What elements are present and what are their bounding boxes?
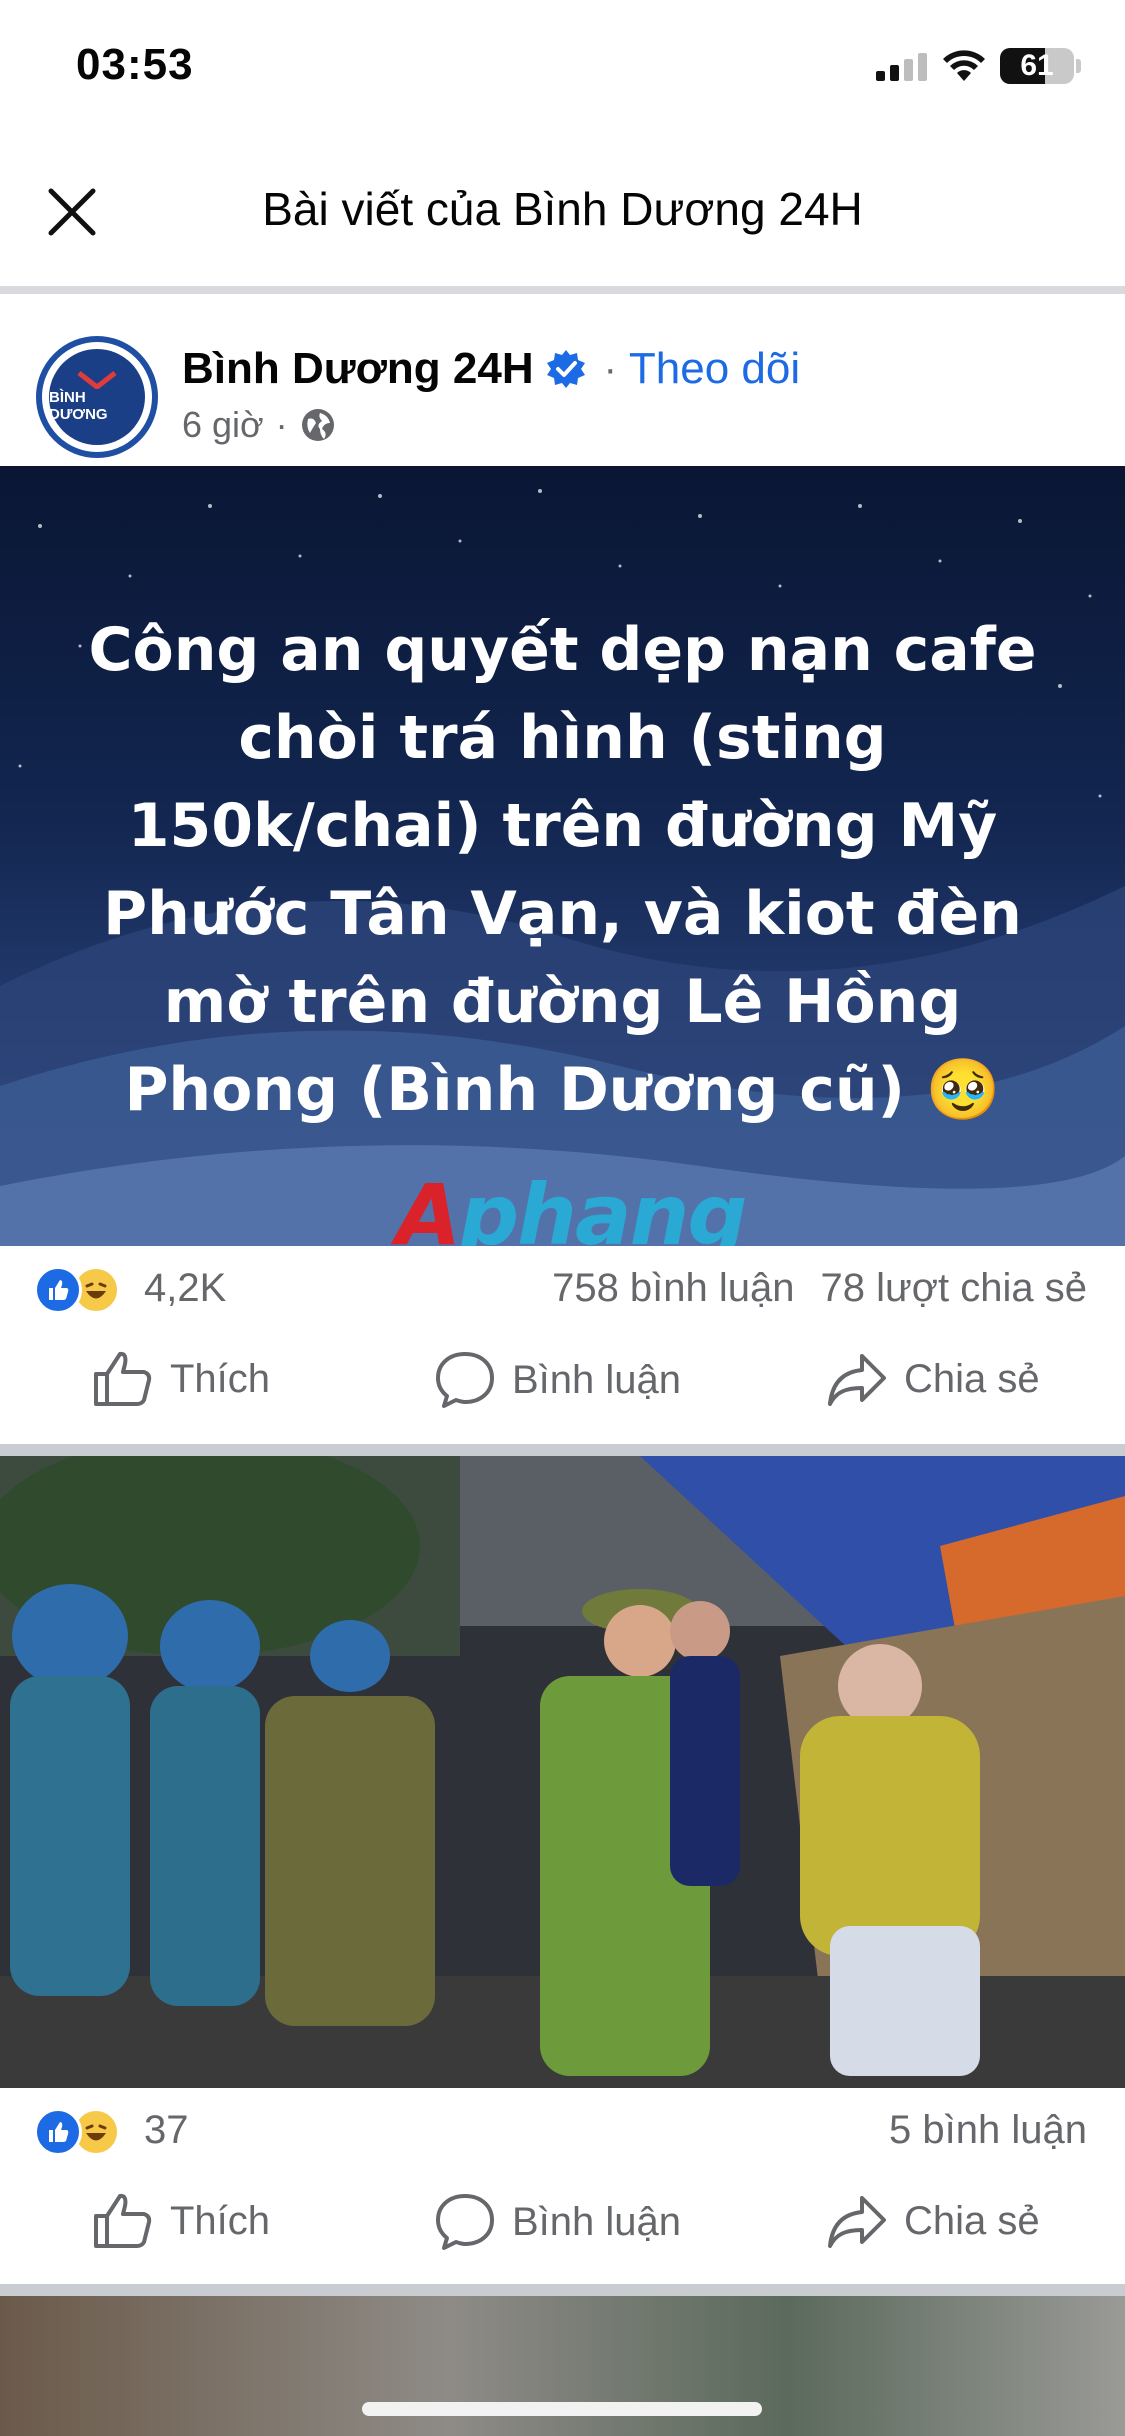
status-time: 03:53 bbox=[76, 40, 194, 89]
page-name[interactable]: Bình Dương 24H bbox=[182, 344, 534, 394]
avatar-logo: BÌNH DƯƠNG bbox=[49, 349, 145, 445]
battery-level: 61 bbox=[1020, 49, 1054, 82]
shares-count[interactable]: 78 lượt chia sẻ bbox=[821, 1266, 1087, 1311]
share-button[interactable]: Chia sẻ bbox=[826, 1350, 1040, 1408]
post-meta: 6 giờ · bbox=[182, 404, 336, 446]
watermark-logo: Aphang bbox=[396, 1166, 748, 1246]
reactions-count[interactable]: 4,2K bbox=[144, 1266, 226, 1311]
share-label: Chia sẻ bbox=[904, 1356, 1040, 1401]
comment-bubble-icon bbox=[436, 1352, 494, 1408]
like-button[interactable]: Thích bbox=[92, 2192, 270, 2250]
status-icons: 61 bbox=[876, 48, 1081, 84]
photo-post-actions: Thích Bình luận Chia sẻ bbox=[0, 2172, 1125, 2282]
dot-separator: · bbox=[603, 346, 617, 391]
page-title: Bài viết của Bình Dương 24H bbox=[262, 183, 863, 235]
post-separator bbox=[0, 1444, 1125, 1456]
comment-label: Bình luận bbox=[512, 2199, 682, 2244]
watermark-a: A bbox=[396, 1166, 461, 1246]
comment-share-stats: 758 bình luận 78 lượt chia sẻ bbox=[552, 1266, 1087, 1311]
like-label: Thích bbox=[170, 1356, 271, 1401]
post-headline: Công an quyết dẹp nạn cafe chòi trá hình… bbox=[88, 615, 1037, 1125]
photo-post-stats: 37 5 bình luận bbox=[0, 2088, 1125, 2172]
globe-icon bbox=[301, 409, 334, 441]
share-label: Chia sẻ bbox=[904, 2198, 1040, 2243]
post-time[interactable]: 6 giờ bbox=[182, 404, 264, 446]
photo-post-image[interactable] bbox=[0, 1456, 1125, 2088]
home-indicator[interactable] bbox=[362, 2402, 762, 2416]
like-label: Thích bbox=[170, 2198, 271, 2243]
comment-button[interactable]: Bình luận bbox=[434, 2192, 681, 2252]
thumbs-up-icon bbox=[94, 1351, 152, 1406]
post-image[interactable]: Công an quyết dẹp nạn cafe chòi trá hình… bbox=[0, 466, 1125, 1246]
watermark-rest: phang bbox=[459, 1166, 748, 1246]
like-reaction-icon bbox=[34, 1266, 82, 1314]
avatar[interactable]: BÌNH DƯƠNG bbox=[36, 336, 158, 458]
signal-icon bbox=[876, 53, 927, 81]
wifi-icon bbox=[943, 50, 985, 81]
comment-stats: 5 bình luận bbox=[889, 2108, 1087, 2153]
divider bbox=[0, 286, 1125, 294]
nav-bar: Bài viết của Bình Dương 24H bbox=[0, 150, 1125, 290]
battery-icon: 61 bbox=[1000, 48, 1074, 84]
avatar-label: BÌNH DƯƠNG bbox=[49, 389, 108, 423]
comments-count[interactable]: 758 bình luận bbox=[552, 1266, 794, 1311]
share-button[interactable]: Chia sẻ bbox=[826, 2192, 1040, 2250]
post-actions: Thích Bình luận Chia sẻ bbox=[0, 1330, 1125, 1440]
comments-count[interactable]: 5 bình luận bbox=[889, 2108, 1087, 2153]
post-separator bbox=[0, 2284, 1125, 2296]
reaction-icons[interactable] bbox=[34, 2108, 120, 2156]
dot-separator: · bbox=[275, 404, 288, 445]
follow-button[interactable]: Theo dõi bbox=[629, 344, 800, 394]
share-arrow-icon bbox=[828, 1354, 886, 1406]
reactions-count[interactable]: 37 bbox=[144, 2108, 189, 2153]
page-name-row: Bình Dương 24H · Theo dõi bbox=[182, 344, 800, 394]
thumbs-up-icon bbox=[94, 2193, 152, 2248]
like-reaction-icon bbox=[34, 2108, 82, 2156]
comment-button[interactable]: Bình luận bbox=[434, 1350, 681, 1410]
raid-photo-scene bbox=[0, 1456, 1125, 2088]
verified-badge-icon bbox=[546, 350, 585, 388]
logo-mark-icon bbox=[77, 371, 117, 389]
post-stats: 4,2K 758 bình luận 78 lượt chia sẻ bbox=[0, 1246, 1125, 1330]
post-header: BÌNH DƯƠNG Bình Dương 24H · Theo dõi 6 g… bbox=[0, 294, 1125, 466]
status-bar: 03:53 61 bbox=[0, 0, 1125, 140]
comment-bubble-icon bbox=[436, 2194, 494, 2250]
like-button[interactable]: Thích bbox=[92, 1350, 270, 1408]
comment-label: Bình luận bbox=[512, 1357, 682, 1402]
share-arrow-icon bbox=[828, 2196, 886, 2248]
reaction-icons[interactable] bbox=[34, 1266, 120, 1314]
